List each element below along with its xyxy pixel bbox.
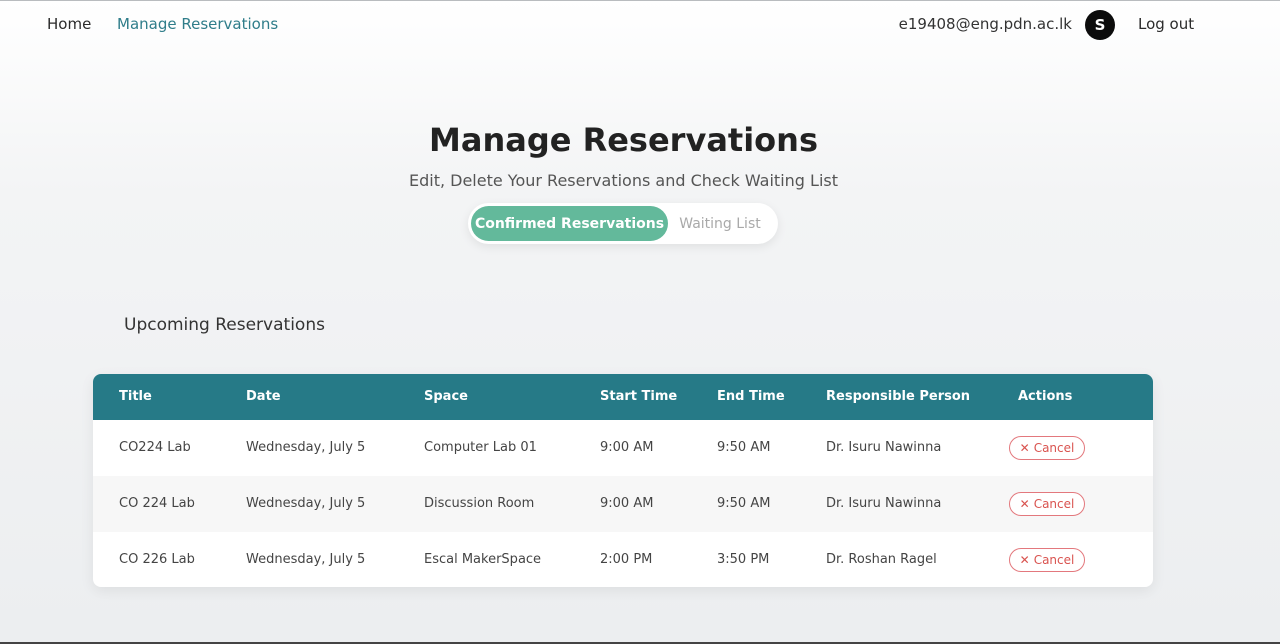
cell-responsible-person: Dr. Roshan Ragel <box>826 552 937 567</box>
page-title: Manage Reservations <box>429 121 818 159</box>
cell-start-time: 9:00 AM <box>600 440 654 455</box>
column-header-actions: Actions <box>1018 389 1073 404</box>
user-email: e19408@eng.pdn.ac.lk <box>898 15 1072 33</box>
table-row: CO 224 Lab Wednesday, July 5 Discussion … <box>93 476 1153 532</box>
cell-responsible-person: Dr. Isuru Nawinna <box>826 440 942 455</box>
nav-home-link[interactable]: Home <box>47 15 91 33</box>
reservations-table: Title Date Space Start Time End Time Res… <box>93 374 1153 587</box>
cell-start-time: 9:00 AM <box>600 496 654 511</box>
cell-space: Escal MakerSpace <box>424 552 542 567</box>
column-header-title: Title <box>119 389 152 404</box>
column-header-end-time: End Time <box>717 389 785 404</box>
cell-date: Wednesday, July 5 <box>246 440 366 455</box>
cancel-button[interactable]: ✕ Cancel <box>1009 436 1085 460</box>
cell-title: CO 226 Lab <box>119 552 195 567</box>
cancel-label: Cancel <box>1033 441 1075 455</box>
close-icon: ✕ <box>1019 497 1030 511</box>
confirmed-reservations-tab[interactable]: Confirmed Reservations <box>471 206 668 241</box>
cell-title: CO224 Lab <box>119 440 191 455</box>
reservation-view-toggle: Confirmed Reservations Waiting List <box>468 203 778 244</box>
cell-end-time: 9:50 AM <box>717 440 771 455</box>
nav-manage-reservations-link[interactable]: Manage Reservations <box>117 15 278 33</box>
section-title: Upcoming Reservations <box>124 315 325 335</box>
page-subtitle: Edit, Delete Your Reservations and Check… <box>408 171 838 190</box>
cell-space: Discussion Room <box>424 496 535 511</box>
column-header-responsible-person: Responsible Person <box>826 389 971 404</box>
close-icon: ✕ <box>1019 441 1030 455</box>
cancel-button[interactable]: ✕ Cancel <box>1009 492 1085 516</box>
cell-end-time: 9:50 AM <box>717 496 771 511</box>
column-header-date: Date <box>246 389 281 404</box>
top-nav: Home Manage Reservations e19408@eng.pdn.… <box>0 1 1280 49</box>
avatar[interactable]: S <box>1085 10 1115 40</box>
cell-start-time: 2:00 PM <box>600 552 653 567</box>
cell-date: Wednesday, July 5 <box>246 496 366 511</box>
column-header-start-time: Start Time <box>600 389 678 404</box>
cell-date: Wednesday, July 5 <box>246 552 366 567</box>
close-icon: ✕ <box>1019 553 1030 567</box>
cancel-label: Cancel <box>1033 553 1075 567</box>
cell-responsible-person: Dr. Isuru Nawinna <box>826 496 942 511</box>
table-row: CO224 Lab Wednesday, July 5 Computer Lab… <box>93 420 1153 476</box>
column-header-space: Space <box>424 389 468 404</box>
cancel-label: Cancel <box>1033 497 1075 511</box>
waiting-list-tab[interactable]: Waiting List <box>668 206 772 241</box>
table-header: Title Date Space Start Time End Time Res… <box>93 374 1153 420</box>
logout-link[interactable]: Log out <box>1138 15 1194 33</box>
table-row: CO 226 Lab Wednesday, July 5 Escal Maker… <box>93 532 1153 587</box>
cancel-button[interactable]: ✕ Cancel <box>1009 548 1085 572</box>
avatar-initial: S <box>1094 16 1106 34</box>
cell-title: CO 224 Lab <box>119 496 195 511</box>
cell-end-time: 3:50 PM <box>717 552 770 567</box>
cell-space: Computer Lab 01 <box>424 440 537 455</box>
